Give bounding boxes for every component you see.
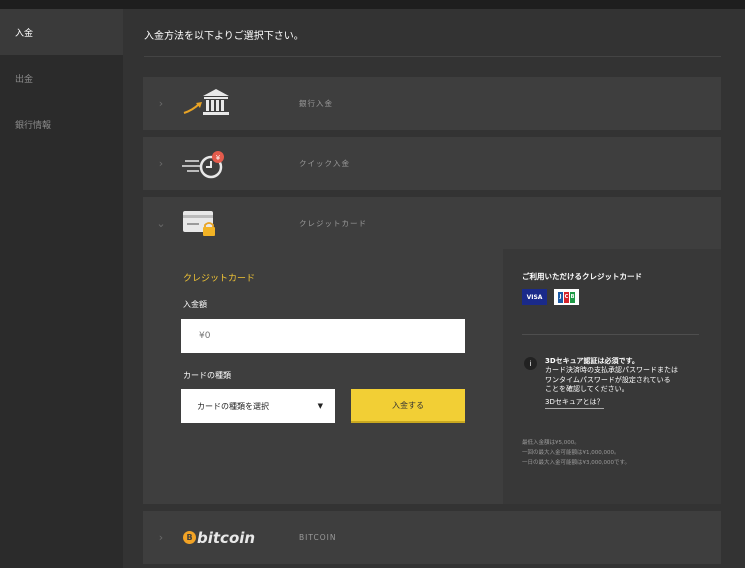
chevron-down-icon: ⌄ [156, 217, 166, 230]
method-label-bank: 銀行入金 [299, 99, 333, 108]
visa-logo-icon: VISA [522, 289, 547, 305]
method-credit-card[interactable]: ⌄ クレジットカード [143, 197, 721, 250]
deposit-button[interactable]: 入金する [351, 389, 465, 423]
svg-text:¥: ¥ [216, 154, 221, 162]
accepted-cards-title: ご利用いただけるクレジットカード [522, 272, 642, 281]
page-title: 入金方法を以下よりご選択下さい。 [144, 31, 304, 42]
bitcoin-logo-icon: B bitcoin [179, 511, 299, 564]
chevron-right-icon: › [158, 97, 164, 110]
secure-body-line: ワンタイムパスワードが設定されている [545, 375, 671, 384]
chevron-right-icon: › [158, 157, 164, 170]
bitcoin-wordmark: bitcoin [197, 528, 256, 547]
jcb-logo-icon: J C B [554, 289, 579, 305]
sidebar-item-withdraw[interactable]: 出金 [0, 55, 123, 101]
method-bank-deposit[interactable]: › 銀行入金 [143, 77, 721, 130]
jcb-letter-c: C [564, 291, 569, 303]
credit-card-title: クレジットカード [183, 274, 256, 284]
method-bitcoin[interactable]: › B bitcoin BITCOIN [143, 511, 721, 564]
secure-body-line: ことを確認してください。 [545, 385, 629, 393]
secure-body-line: カード決済時の支払承認パスワードまたは [545, 366, 678, 374]
jcb-letter-b: B [570, 291, 575, 303]
method-quick-deposit[interactable]: › ¥ クイック入金 [143, 137, 721, 190]
amount-label: 入金額 [183, 300, 207, 309]
limit-per-day: 一日の最大入金可能額は¥3,000,000です。 [522, 460, 630, 466]
jcb-letter-j: J [558, 291, 563, 303]
sidebar-item-bank-info[interactable]: 銀行情報 [0, 101, 123, 147]
credit-card-info: ご利用いただけるクレジットカード VISA J C B i 3Dセキュア認証は必… [503, 249, 721, 504]
bank-icon [179, 77, 299, 130]
sidebar: 入金 出金 銀行情報 [0, 9, 123, 568]
credit-card-panel: クレジットカード 入金額 カードの種類 カードの種類を選択 ▼ 入金する ご利用… [143, 249, 721, 504]
limit-per-transaction: 一回の最大入金可能額は¥1,000,000。 [522, 450, 620, 456]
main-content: 入金方法を以下よりご選択下さい。 › 銀行入金 › ¥ クイック入金 ⌄ クレジ… [123, 9, 745, 568]
card-type-label: カードの種類 [183, 371, 231, 380]
amount-input[interactable] [181, 319, 465, 353]
divider [144, 56, 721, 57]
sidebar-item-deposit[interactable]: 入金 [0, 9, 123, 55]
credit-card-form: クレジットカード 入金額 カードの種類 カードの種類を選択 ▼ 入金する [143, 249, 503, 504]
secure-title: 3Dセキュア認証は必須です。 [545, 357, 639, 365]
top-bar [0, 0, 745, 9]
card-type-select-value: カードの種類を選択 [197, 401, 269, 411]
secure-body: カード決済時の支払承認パスワードまたは ワンタイムパスワードが設定されている こ… [545, 366, 705, 395]
divider [522, 334, 699, 335]
method-label-bitcoin: BITCOIN [299, 533, 337, 542]
method-label-credit: クレジットカード [299, 219, 367, 228]
credit-card-lock-icon [179, 197, 299, 250]
info-icon: i [524, 357, 537, 370]
method-label-quick: クイック入金 [299, 159, 350, 168]
quick-deposit-icon: ¥ [179, 137, 299, 190]
secure-link[interactable]: 3Dセキュアとは？ [545, 397, 604, 409]
limit-min: 最低入金額は¥5,000。 [522, 440, 580, 446]
caret-down-icon: ▼ [317, 402, 323, 410]
card-type-select[interactable]: カードの種類を選択 ▼ [181, 389, 335, 423]
bitcoin-mark-icon: B [183, 531, 196, 544]
chevron-right-icon: › [158, 531, 164, 544]
deposit-limits: 最低入金額は¥5,000。 一回の最大入金可能額は¥1,000,000。 一日の… [522, 438, 630, 468]
